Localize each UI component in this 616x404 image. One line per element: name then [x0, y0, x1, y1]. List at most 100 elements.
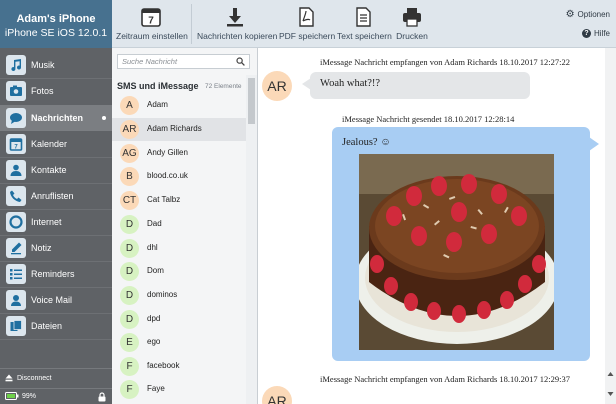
sidebar-item-photos[interactable]: Fotos — [0, 78, 112, 104]
sidebar-item-label: Fotos — [31, 86, 54, 96]
gear-icon: ⚙ — [565, 9, 575, 20]
chat-scrollbar[interactable] — [605, 48, 616, 404]
device-name: Adam's iPhone — [16, 13, 96, 25]
disconnect-button[interactable]: Disconnect — [0, 368, 112, 388]
contact-name: Adam Richards — [147, 124, 202, 133]
sidebar-item-reminders[interactable]: Reminders — [0, 261, 112, 287]
contact-item-selected[interactable]: AR Adam Richards — [112, 118, 246, 141]
contact-name: Dad — [147, 219, 162, 228]
save-text-label: Text speichern — [337, 31, 392, 41]
svg-text:7: 7 — [148, 16, 154, 27]
app-window: Adam's iPhone iPhone SE iOS 12.0.1 7 Zei… — [0, 0, 616, 404]
sidebar-item-label: Reminders — [31, 269, 75, 279]
contact-item[interactable]: F Faye — [112, 378, 246, 401]
contact-item[interactable]: Bblood.co.uk — [112, 165, 246, 188]
copy-messages-label: Nachrichten kopieren — [197, 31, 278, 41]
sidebar-item-contacts[interactable]: Kontakte — [0, 157, 112, 183]
avatar: F — [120, 380, 139, 399]
eject-icon — [5, 374, 13, 384]
contact-item[interactable]: Ddominos — [112, 284, 246, 307]
save-pdf-button[interactable]: PDF speichern — [279, 6, 336, 41]
voicemail-icon — [6, 290, 26, 310]
sidebar-item-label: Anruflisten — [31, 191, 74, 201]
contact-item[interactable]: CT Cat Talbz — [112, 189, 246, 212]
toolbar-divider — [191, 4, 192, 44]
contact-name: Faye — [147, 384, 165, 393]
contact-item[interactable]: A Adam — [112, 94, 246, 117]
message-meta: iMessage Nachricht gesendet 18.10.2017 1… — [342, 114, 515, 124]
avatar: D — [120, 310, 139, 329]
contact-item[interactable]: D Dad — [112, 213, 246, 236]
sidebar-item-voicemail[interactable]: Voice Mail — [0, 287, 112, 313]
photos-icon — [6, 81, 26, 101]
contact-item[interactable]: Eego — [112, 331, 246, 354]
options-label: Optionen — [577, 10, 610, 19]
options-button[interactable]: ⚙ Optionen — [566, 9, 610, 20]
message-text: Jealous? ☺ — [342, 137, 391, 148]
calendar-icon: 7 — [116, 6, 186, 28]
battery-icon — [5, 391, 19, 402]
sidebar-item-call-log[interactable]: Anruflisten — [0, 183, 112, 209]
scrollbar-thumb[interactable] — [248, 78, 255, 124]
contact-item[interactable]: Ddpd — [112, 308, 246, 331]
avatar: D — [120, 286, 139, 305]
sidebar-item-files[interactable]: Dateien — [0, 313, 112, 339]
cake-photo[interactable] — [359, 154, 554, 350]
sidebar-item-music[interactable]: Musik — [0, 52, 112, 78]
contact-item[interactable]: AG Andy Gillen — [112, 142, 246, 165]
timeline-button[interactable]: 7 Zeitraum einstellen — [116, 6, 188, 41]
sidebar-divider — [0, 339, 112, 340]
received-bubble[interactable]: Woah what?!? — [302, 72, 530, 99]
sent-bubble[interactable]: Jealous? ☺ — [332, 127, 599, 361]
contact-name: Dom — [147, 266, 164, 275]
contact-name: ego — [147, 337, 161, 346]
message-meta: iMessage Nachricht empfangen von Adam Ri… — [320, 374, 570, 384]
save-pdf-label: PDF speichern — [279, 31, 336, 41]
active-indicator — [102, 116, 106, 120]
contact-item[interactable]: D Dom — [112, 260, 246, 283]
print-button[interactable]: Drucken — [394, 6, 430, 41]
help-button[interactable]: ? Hilfe — [581, 29, 610, 38]
calendar-icon: 7 — [6, 134, 26, 154]
help-icon: ? — [581, 29, 591, 38]
item-count: 72 Elemente — [205, 83, 242, 90]
reminders-icon — [6, 264, 26, 284]
sidebar-item-calendar[interactable]: 7 Kalender — [0, 131, 112, 157]
text-document-icon — [337, 6, 389, 28]
sidebar-item-messages[interactable]: Nachrichten — [0, 105, 112, 131]
copy-messages-button[interactable]: Nachrichten kopieren — [197, 6, 278, 41]
timeline-label: Zeitraum einstellen — [116, 31, 188, 41]
device-model: iPhone SE iOS 12.0.1 — [4, 27, 108, 39]
contact-item[interactable]: Ddhl — [112, 237, 246, 260]
sidebar-item-label: Kalender — [31, 139, 68, 149]
messages-icon — [6, 108, 26, 128]
download-icon — [197, 6, 273, 28]
call-log-icon — [6, 186, 26, 206]
internet-icon — [6, 212, 26, 232]
avatar: A — [120, 96, 139, 115]
sidebar-item-label: Musik — [31, 60, 55, 70]
disconnect-label: Disconnect — [17, 375, 52, 382]
search-icon — [236, 57, 245, 68]
help-label: Hilfe — [593, 29, 610, 38]
toolbar: 7 Zeitraum einstellen Nachrichten kopier… — [112, 0, 616, 48]
device-info: Adam's iPhone iPhone SE iOS 12.0.1 — [0, 0, 112, 48]
contact-name: facebook — [147, 361, 180, 370]
message-text: Woah what?!? — [320, 78, 381, 89]
avatar: AR — [120, 120, 139, 139]
sidebar-item-notes[interactable]: Notiz — [0, 235, 112, 261]
save-text-button[interactable]: Text speichern — [337, 6, 392, 41]
contact-name: dpd — [147, 314, 161, 323]
sidebar-item-label: Nachrichten — [31, 113, 84, 123]
contact-item[interactable]: Ffacebook — [112, 355, 246, 378]
sidebar-item-label: Notiz — [31, 243, 52, 253]
sender-avatar: AR — [262, 71, 292, 101]
sidebar-item-label: Internet — [31, 217, 62, 227]
avatar: B — [120, 167, 139, 186]
list-scrollbar[interactable] — [246, 75, 257, 404]
avatar: D — [120, 215, 139, 234]
contact-name: dominos — [147, 290, 178, 299]
search-input[interactable]: Suche Nachricht — [117, 54, 250, 69]
sidebar-item-internet[interactable]: Internet — [0, 209, 112, 235]
files-icon — [6, 316, 26, 336]
